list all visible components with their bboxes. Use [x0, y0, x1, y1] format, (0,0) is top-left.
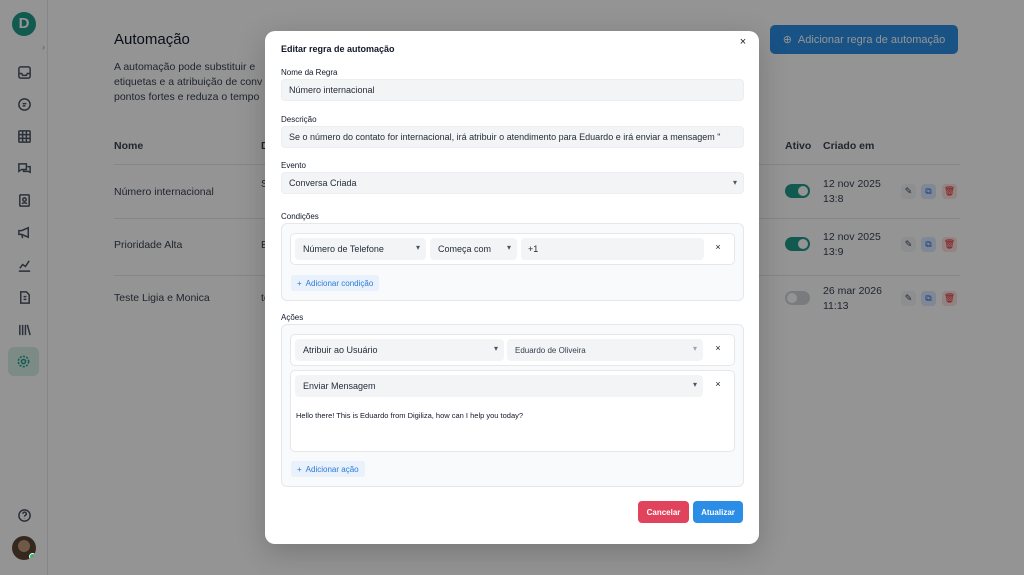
conditions-label: Condições: [281, 212, 319, 221]
remove-action-icon[interactable]: ×: [712, 343, 724, 355]
action-row: Atribuir ao Usuário Eduardo de Oliveira …: [290, 334, 735, 366]
condition-attribute-select[interactable]: Número de Telefone: [295, 238, 426, 260]
modal-title: Editar regra de automação: [281, 44, 395, 54]
remove-action-icon[interactable]: ×: [712, 379, 724, 391]
plus-icon: +: [297, 278, 302, 288]
description-label: Descrição: [281, 115, 317, 124]
actions-label: Ações: [281, 313, 304, 322]
condition-operator-select[interactable]: Começa com: [430, 238, 517, 260]
description-input[interactable]: Se o número do contato for internacional…: [281, 126, 744, 148]
rule-name-label: Nome da Regra: [281, 68, 338, 77]
condition-value-input[interactable]: +1: [521, 238, 704, 260]
edit-automation-modal: Editar regra de automação × Nome da Regr…: [265, 31, 759, 544]
action-type-select[interactable]: Atribuir ao Usuário: [295, 339, 504, 361]
action-type-select[interactable]: Enviar Mensagem: [295, 375, 703, 397]
event-value: Conversa Criada: [289, 178, 357, 188]
action-user-value: Eduardo de Oliveira: [515, 345, 586, 355]
add-condition-label: Adicionar condição: [305, 278, 374, 288]
action-type-value: Atribuir ao Usuário: [303, 345, 378, 355]
online-status-dot: [29, 553, 36, 560]
actions-box: Atribuir ao Usuário Eduardo de Oliveira …: [281, 324, 744, 487]
add-condition-button[interactable]: + Adicionar condição: [291, 275, 380, 291]
remove-condition-icon[interactable]: ×: [712, 242, 724, 254]
action-user-select[interactable]: Eduardo de Oliveira: [507, 339, 703, 361]
add-action-button[interactable]: + Adicionar ação: [291, 461, 365, 477]
event-select[interactable]: Conversa Criada: [281, 172, 744, 194]
event-label: Evento: [281, 161, 306, 170]
plus-icon: +: [297, 464, 302, 474]
action-type-value: Enviar Mensagem: [303, 381, 376, 391]
conditions-box: Número de Telefone Começa com +1 × + Adi…: [281, 223, 744, 301]
message-textarea[interactable]: Hello there! This is Eduardo from Digili…: [296, 411, 523, 420]
update-button[interactable]: Atualizar: [693, 501, 743, 523]
close-icon[interactable]: ×: [737, 36, 749, 48]
condition-operator-value: Começa com: [438, 244, 492, 254]
rule-name-input[interactable]: Número internacional: [281, 79, 744, 101]
condition-attribute-value: Número de Telefone: [303, 244, 384, 254]
add-action-label: Adicionar ação: [305, 464, 359, 474]
condition-row: Número de Telefone Começa com +1 ×: [290, 233, 735, 265]
action-row: Enviar Mensagem × Hello there! This is E…: [290, 370, 735, 452]
cancel-button[interactable]: Cancelar: [638, 501, 689, 523]
